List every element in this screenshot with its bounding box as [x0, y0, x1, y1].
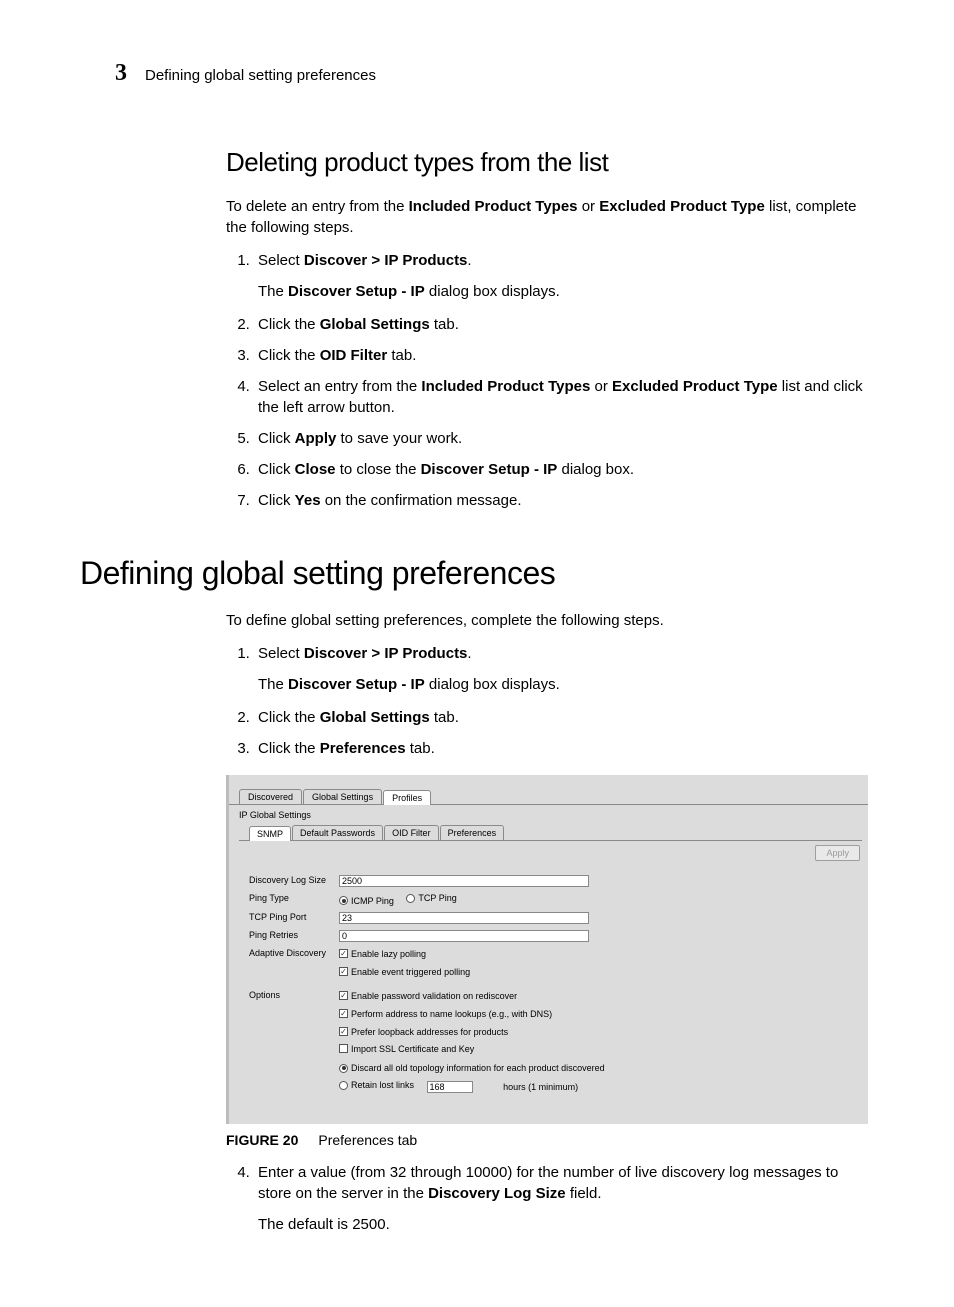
- radio-retain-links[interactable]: Retain lost links: [339, 1080, 414, 1090]
- label-discovery-log-size: Discovery Log Size: [249, 875, 339, 885]
- inner-tabs: SNMP Default Passwords OID Filter Prefer…: [249, 825, 868, 840]
- radio-icon: [406, 894, 415, 903]
- tab-profiles[interactable]: Profiles: [383, 790, 431, 805]
- running-title: Defining global setting preferences: [145, 67, 376, 84]
- label-ping-type: Ping Type: [249, 893, 339, 903]
- figure-caption: FIGURE 20 Preferences tab: [226, 1132, 869, 1148]
- tab-snmp[interactable]: SNMP: [249, 826, 291, 841]
- figure-label: FIGURE 20: [226, 1132, 298, 1148]
- step: Click Close to close the Discover Setup …: [254, 459, 869, 480]
- input-retain-hours[interactable]: 168: [427, 1081, 473, 1093]
- radio-icon: [339, 1081, 348, 1090]
- tab-default-passwords[interactable]: Default Passwords: [292, 825, 383, 840]
- subheading-deleting: Deleting product types from the list: [226, 147, 869, 178]
- check-dns-lookup[interactable]: Perform address to name lookups (e.g., w…: [339, 1009, 552, 1019]
- checkbox-icon: [339, 991, 348, 1000]
- tab-oid-filter[interactable]: OID Filter: [384, 825, 439, 840]
- step: Select Discover > IP Products. The Disco…: [254, 643, 869, 695]
- tab-global-settings[interactable]: Global Settings: [303, 789, 382, 804]
- intro-para-2: To define global setting preferences, co…: [226, 610, 869, 631]
- checkbox-icon: [339, 967, 348, 976]
- steps-list-1: Select Discover > IP Products. The Disco…: [226, 250, 869, 511]
- heading-defining: Defining global setting preferences: [80, 555, 874, 592]
- check-import-ssl[interactable]: Import SSL Certificate and Key: [339, 1044, 474, 1054]
- dialog-subtitle: IP Global Settings: [239, 810, 868, 820]
- apply-button[interactable]: Apply: [815, 845, 860, 861]
- step: Click the Preferences tab.: [254, 738, 869, 759]
- figure-title: Preferences tab: [318, 1132, 417, 1148]
- label-ping-retries: Ping Retries: [249, 930, 339, 940]
- step: Select an entry from the Included Produc…: [254, 376, 869, 418]
- radio-icon: [339, 896, 348, 905]
- input-discovery-log-size[interactable]: 2500: [339, 875, 589, 887]
- step: Click the Global Settings tab.: [254, 314, 869, 335]
- checkbox-icon: [339, 1027, 348, 1036]
- step: Click the OID Filter tab.: [254, 345, 869, 366]
- check-loopback[interactable]: Prefer loopback addresses for products: [339, 1027, 508, 1037]
- radio-icon: [339, 1064, 348, 1073]
- chapter-number: 3: [115, 60, 127, 87]
- checkbox-icon: [339, 1044, 348, 1053]
- top-tabs: Discovered Global Settings Profiles: [239, 789, 868, 804]
- check-password-validation[interactable]: Enable password validation on rediscover: [339, 991, 517, 1001]
- step: Enter a value (from 32 through 10000) fo…: [254, 1162, 869, 1235]
- input-ping-retries[interactable]: 0: [339, 930, 589, 942]
- check-lazy-polling[interactable]: Enable lazy polling: [339, 949, 426, 959]
- check-event-polling[interactable]: Enable event triggered polling: [339, 967, 470, 977]
- input-tcp-ping-port[interactable]: 23: [339, 912, 589, 924]
- intro-para-1: To delete an entry from the Included Pro…: [226, 196, 869, 238]
- steps-list-2-cont: Enter a value (from 32 through 10000) fo…: [226, 1162, 869, 1235]
- label-options: Options: [249, 990, 339, 1000]
- radio-tcp-ping[interactable]: TCP Ping: [406, 893, 456, 903]
- step: Select Discover > IP Products. The Disco…: [254, 250, 869, 302]
- label-tcp-ping-port: TCP Ping Port: [249, 912, 339, 922]
- label-adaptive-discovery: Adaptive Discovery: [249, 948, 339, 958]
- label-hours-min: hours (1 minimum): [503, 1082, 578, 1092]
- tab-preferences[interactable]: Preferences: [440, 825, 505, 840]
- figure-20: Discovered Global Settings Profiles IP G…: [226, 775, 869, 1148]
- checkbox-icon: [339, 1009, 348, 1018]
- radio-icmp-ping[interactable]: ICMP Ping: [339, 896, 394, 906]
- step: Click Apply to save your work.: [254, 428, 869, 449]
- running-header: 3 Defining global setting preferences: [115, 60, 874, 87]
- tab-discovered[interactable]: Discovered: [239, 789, 302, 804]
- dialog-screenshot: Discovered Global Settings Profiles IP G…: [226, 775, 868, 1124]
- step: Click Yes on the confirmation message.: [254, 490, 869, 511]
- radio-discard-topology[interactable]: Discard all old topology information for…: [339, 1063, 605, 1073]
- steps-list-2: Select Discover > IP Products. The Disco…: [226, 643, 869, 759]
- checkbox-icon: [339, 949, 348, 958]
- step: Click the Global Settings tab.: [254, 707, 869, 728]
